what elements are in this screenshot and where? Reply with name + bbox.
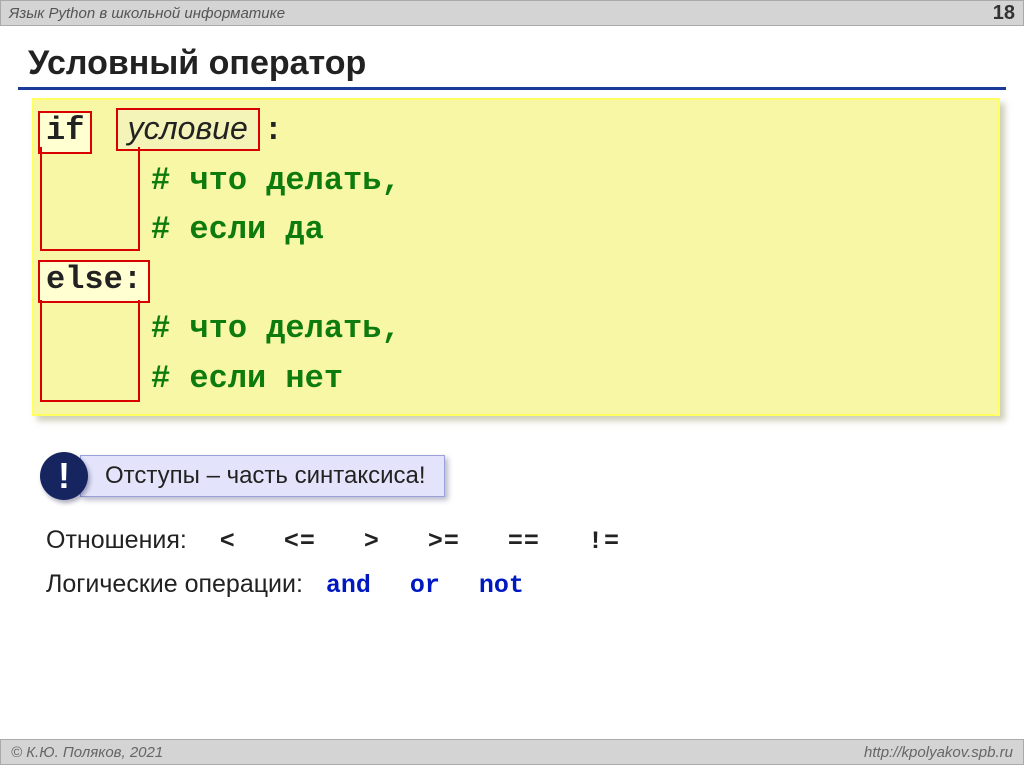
code-line-if-body-2: # если да xyxy=(46,205,986,255)
op-or: or xyxy=(410,571,440,600)
note-text: Отступы – часть синтаксиса! xyxy=(80,455,445,497)
op-le: <= xyxy=(284,527,316,556)
indent-guide-if xyxy=(40,147,140,251)
comment-else-1: # что делать, xyxy=(151,310,401,347)
op-eq: == xyxy=(508,527,540,556)
code-line-else-body-2: # если нет xyxy=(46,354,986,404)
op-gt: > xyxy=(364,527,380,556)
note: ! Отступы – часть синтаксиса! xyxy=(40,452,1024,500)
code-line-if: if условие: xyxy=(46,106,986,156)
code-line-else: else: xyxy=(46,255,986,305)
footer-url: http://kpolyakov.spb.ru xyxy=(864,744,1013,761)
course-title: Язык Python в школьной информатике xyxy=(9,5,285,22)
title-underline xyxy=(18,87,1006,90)
slide-footer: © К.Ю. Поляков, 2021 http://kpolyakov.sp… xyxy=(0,739,1024,765)
condition-placeholder: условие xyxy=(116,108,260,151)
logic-line: Логические операции: and or not xyxy=(46,570,1024,600)
code-example: if условие: # что делать, # если да else… xyxy=(32,98,1000,416)
relations-ops: < <= > >= == != xyxy=(204,527,636,556)
colon: : xyxy=(264,112,283,149)
slide-header: Язык Python в школьной информатике 18 xyxy=(0,0,1024,26)
op-ne: != xyxy=(588,527,620,556)
code-line-if-body-1: # что делать, xyxy=(46,156,986,206)
op-ge: >= xyxy=(428,527,460,556)
code-line-else-body-1: # что делать, xyxy=(46,304,986,354)
slide-title: Условный оператор xyxy=(28,44,996,83)
op-lt: < xyxy=(220,527,236,556)
op-and: and xyxy=(326,571,371,600)
copyright: © К.Ю. Поляков, 2021 xyxy=(11,744,163,761)
exclaim-icon: ! xyxy=(40,452,88,500)
relations-line: Отношения: < <= > >= == != xyxy=(46,526,1024,556)
op-not: not xyxy=(479,571,524,600)
keyword-else: else: xyxy=(38,260,150,303)
indent-guide-else xyxy=(40,300,140,402)
comment-else-2: # если нет xyxy=(151,360,343,397)
comment-if-1: # что делать, xyxy=(151,162,401,199)
page-number: 18 xyxy=(993,2,1015,25)
logic-label: Логические операции: xyxy=(46,570,303,598)
relations-label: Отношения: xyxy=(46,526,187,554)
comment-if-2: # если да xyxy=(151,211,324,248)
